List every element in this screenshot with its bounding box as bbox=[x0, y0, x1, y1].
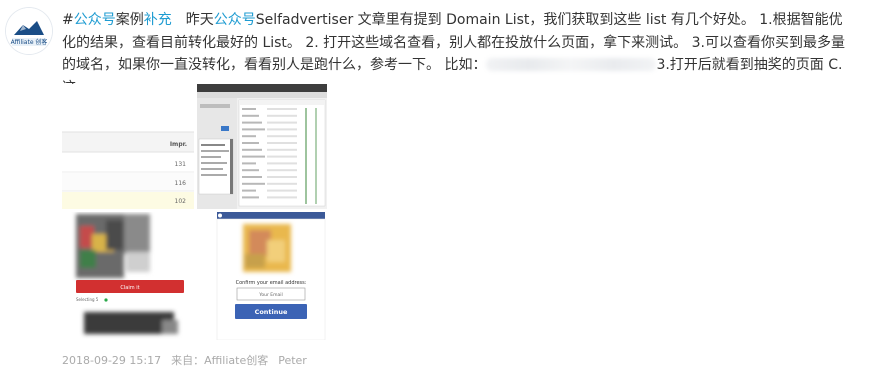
dashboard-row bbox=[242, 135, 256, 138]
avatar-logo-icon bbox=[6, 8, 52, 54]
claim-button-label: Claim it bbox=[120, 285, 139, 291]
stats-table-screenshot: Impr. 131 116 102 bbox=[62, 84, 194, 209]
blurred-domain bbox=[486, 58, 657, 71]
avatar[interactable]: Affiliate 创客 bbox=[6, 8, 52, 54]
email-prompt: Confirm your email address: bbox=[236, 280, 307, 286]
dashboard-screenshot bbox=[197, 84, 327, 209]
dashboard-row bbox=[242, 182, 265, 185]
dashboard-row bbox=[242, 148, 262, 151]
dashboard-row-fill bbox=[267, 135, 297, 138]
post-text-1: 昨天 bbox=[185, 12, 214, 28]
impr-column-header: Impr. bbox=[170, 141, 187, 148]
mention-link[interactable]: 公众号 bbox=[214, 12, 256, 28]
dashboard-row-fill bbox=[267, 189, 297, 192]
image-thumbnail-3[interactable]: Claim it Selecting 5 bbox=[62, 212, 194, 340]
hashtag-symbol: # bbox=[62, 12, 74, 28]
image-thumbnail-2[interactable] bbox=[197, 84, 327, 209]
dashboard-row bbox=[242, 128, 265, 131]
dashboard-row-fill bbox=[267, 114, 297, 117]
dashboard-row-fill bbox=[267, 169, 297, 172]
email-input-placeholder: Your Email bbox=[258, 292, 283, 298]
topic-link-2[interactable]: 补充 bbox=[144, 12, 172, 28]
impr-value: 116 bbox=[175, 180, 187, 187]
dashboard-row-fill bbox=[267, 121, 297, 124]
continue-button-label: Continue bbox=[255, 308, 288, 316]
post-meta: 2018-09-29 15:17 来自：Affiliate创客 Peter bbox=[62, 352, 317, 368]
dashboard-row-fill bbox=[267, 142, 297, 144]
dashboard-row-fill bbox=[267, 162, 297, 165]
dashboard-row bbox=[242, 169, 259, 172]
dashboard-row bbox=[242, 142, 259, 144]
image-thumbnail-4[interactable]: Confirm your email address: Your Email C… bbox=[197, 212, 327, 340]
post-source[interactable]: 来自：Affiliate创客 bbox=[171, 354, 268, 367]
topic-text: 案例 bbox=[115, 12, 144, 28]
dashboard-row bbox=[242, 176, 262, 178]
dashboard-row-fill bbox=[267, 128, 297, 131]
impr-value: 131 bbox=[175, 161, 187, 168]
dashboard-row bbox=[242, 196, 259, 199]
dashboard-row bbox=[242, 189, 256, 192]
dashboard-row bbox=[242, 162, 256, 165]
image-thumbnail-1[interactable]: Impr. 131 116 102 bbox=[62, 84, 194, 209]
dashboard-row-fill bbox=[267, 176, 297, 178]
dashboard-row-fill bbox=[267, 108, 297, 110]
post-timestamp[interactable]: 2018-09-29 15:17 bbox=[62, 354, 161, 367]
dashboard-row-fill bbox=[267, 148, 297, 151]
dashboard-row bbox=[242, 121, 262, 124]
impr-value: 102 bbox=[175, 198, 187, 205]
facebook-icon bbox=[218, 213, 222, 218]
dashboard-row bbox=[242, 108, 256, 110]
small-note: Selecting 5 bbox=[76, 297, 99, 302]
dashboard-row bbox=[242, 155, 265, 158]
email-confirm-screenshot: Confirm your email address: Your Email C… bbox=[197, 212, 327, 340]
dashboard-row bbox=[242, 114, 259, 117]
dashboard-row-fill bbox=[267, 155, 297, 158]
landing-page-screenshot: Claim it Selecting 5 bbox=[62, 212, 194, 340]
dashboard-row-fill bbox=[267, 196, 297, 199]
topic-link-1[interactable]: 公众号 bbox=[74, 12, 116, 28]
facebook-bar bbox=[217, 212, 325, 219]
post-author: Peter bbox=[278, 354, 307, 367]
avatar-label: Affiliate 创客 bbox=[10, 39, 48, 46]
dashboard-row-fill bbox=[267, 182, 297, 185]
